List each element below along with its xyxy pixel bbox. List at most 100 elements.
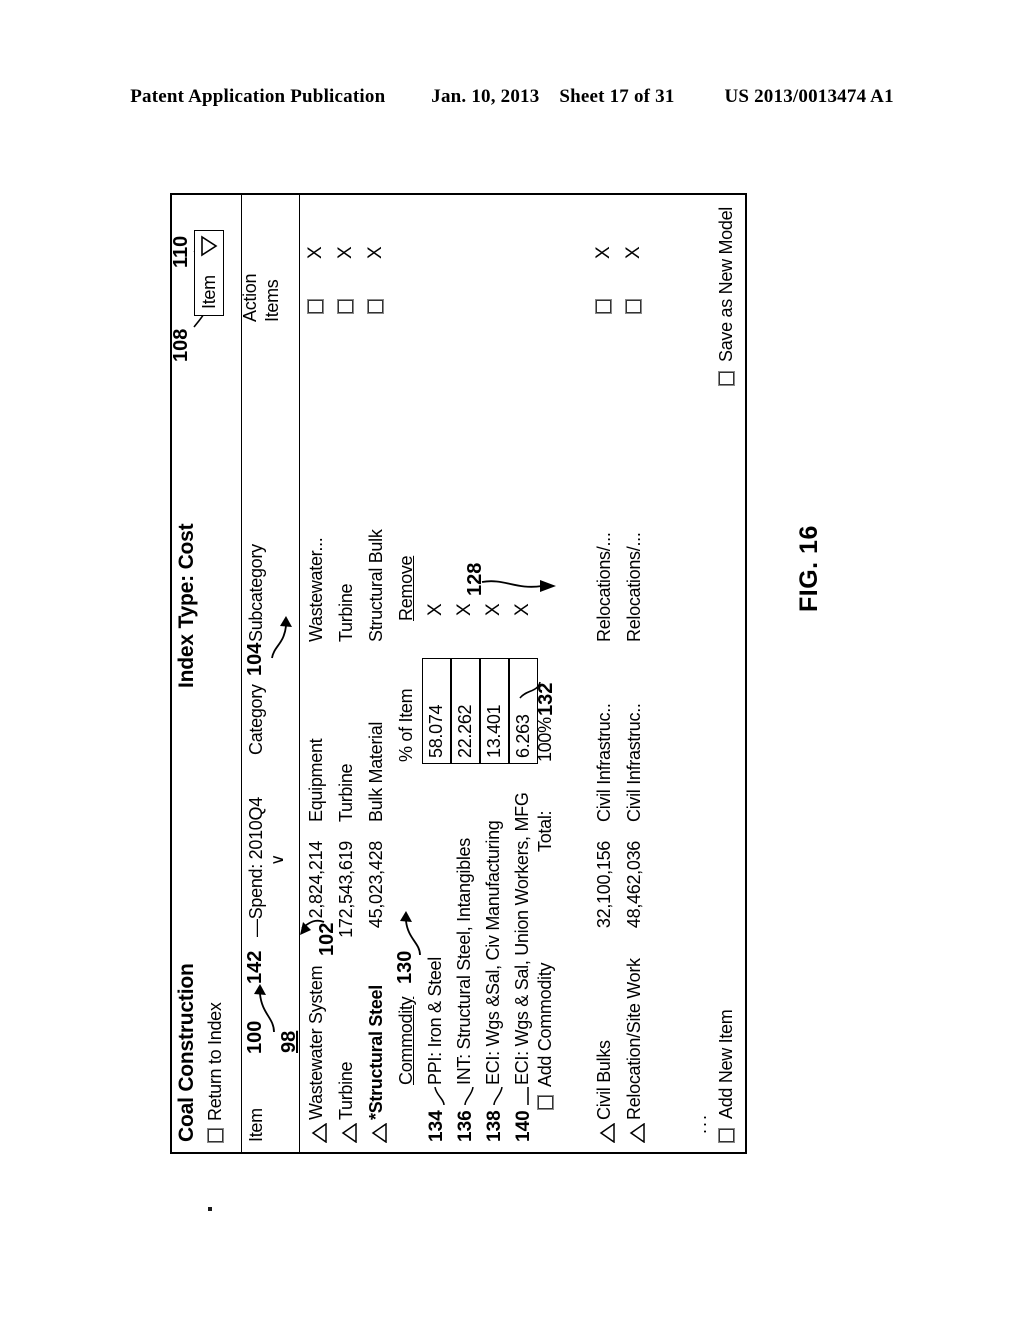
- publication-title: Patent Application Publication: [130, 86, 386, 107]
- commodity-subpanel: Commodity % of Item Remove 130 128 134 P…: [394, 195, 592, 1152]
- commodity-row[interactable]: 136 INT: Structural Steel, Intangibles 2…: [451, 195, 481, 1152]
- reference-numeral-136: 136: [455, 1110, 476, 1142]
- save-as-new-model-row[interactable]: Save as New Model: [716, 207, 737, 386]
- row-subcategory: Wastewater...: [306, 537, 326, 642]
- column-header-spend[interactable]: —Spend: 2010Q4: [246, 797, 267, 937]
- row-spend-value: 172,543,619: [336, 841, 356, 938]
- save-as-new-model-checkbox[interactable]: [718, 370, 735, 386]
- commodity-name: INT: Structural Steel, Intangibles: [454, 838, 474, 1085]
- page-artifact-dot: [208, 1207, 212, 1211]
- commodity-pct-input[interactable]: 13.401: [480, 658, 509, 764]
- row-action-checkbox[interactable]: [307, 299, 324, 314]
- row-category: Bulk Material: [366, 721, 386, 822]
- commodity-remove-x[interactable]: X: [483, 603, 505, 616]
- expand-triangle-icon[interactable]: [629, 1123, 645, 1143]
- sort-descending-icon[interactable]: ∨: [268, 854, 288, 866]
- row-item-name[interactable]: Civil Bulks: [594, 1040, 615, 1120]
- chevron-down-icon[interactable]: [199, 235, 218, 257]
- row-item-name[interactable]: Wastewater System: [306, 966, 327, 1120]
- row-remove-x[interactable]: X: [305, 247, 327, 259]
- add-new-item-row[interactable]: Add New Item: [716, 1010, 737, 1143]
- table-row[interactable]: Civil Bulks 32,100,156 Civil Infrastruc.…: [592, 195, 622, 1152]
- column-header-item[interactable]: Item: [246, 1108, 267, 1142]
- total-value: 100%: [535, 717, 555, 762]
- row-remove-x[interactable]: X: [365, 247, 387, 259]
- expand-triangle-icon[interactable]: [311, 1123, 327, 1143]
- pct-of-item-column-header: % of Item: [396, 688, 416, 762]
- reference-numeral-140: 140: [513, 1110, 534, 1142]
- row-category: Equipment: [306, 738, 326, 822]
- commodity-row[interactable]: 134 PPI: Iron & Steel 58.074 X: [422, 195, 452, 1152]
- row-spend-value: 32,100,156: [594, 841, 614, 929]
- add-commodity-row[interactable]: Add Commodity: [535, 963, 556, 1110]
- column-header-action: Action: [240, 273, 260, 322]
- add-new-item-label: Add New Item: [716, 1009, 736, 1119]
- expand-triangle-icon[interactable]: [599, 1123, 615, 1143]
- table-row[interactable]: Relocation/Site Work 48,462,036 Civil In…: [622, 195, 652, 1152]
- row-category: Turbine: [336, 763, 356, 822]
- save-as-new-model-label: Save as New Model: [716, 207, 736, 362]
- row-remove-x[interactable]: X: [593, 247, 615, 259]
- leader-arrow-102: [300, 919, 325, 935]
- column-header-category[interactable]: Category: [246, 684, 267, 755]
- commodity-row[interactable]: 138 ECI: Wgs &Sal, Civ Manufacturing 13.…: [480, 195, 510, 1152]
- application-window: Coal Construction Index Type: Cost Retur…: [170, 193, 747, 1154]
- figure-label: FIG. 16: [795, 525, 823, 612]
- header-gap-3: [680, 86, 720, 108]
- row-subcategory: Relocations/...: [624, 532, 644, 642]
- column-header-action-items: Items: [262, 279, 282, 322]
- leader-line-132: [519, 681, 541, 699]
- item-type-select[interactable]: Item: [194, 230, 224, 316]
- return-to-index-checkbox[interactable]: [207, 1128, 224, 1143]
- leader-line-138: [493, 1087, 503, 1105]
- table-row[interactable]: Wastewater System 2,824,214 Equipment Wa…: [304, 195, 334, 1152]
- row-category: Civil Infrastruc..: [594, 703, 614, 822]
- commodity-pct-input[interactable]: 22.262: [451, 658, 480, 764]
- return-to-index-row[interactable]: Return to Index: [205, 1002, 226, 1143]
- reference-numeral-134: 134: [426, 1110, 447, 1142]
- leader-arrow-100: [254, 984, 275, 1033]
- add-new-item-checkbox[interactable]: [718, 1128, 735, 1143]
- leader-arrow-104: [271, 616, 292, 659]
- commodity-remove-x[interactable]: X: [425, 603, 447, 616]
- return-to-index-label: Return to Index: [205, 1002, 225, 1121]
- page-title: Coal Construction: [175, 963, 198, 1142]
- commodity-pct-input[interactable]: 58.074: [422, 658, 451, 764]
- header-gap-1: [390, 86, 426, 108]
- commodity-name: ECI: Wgs &Sal, Civ Manufacturing: [483, 820, 503, 1086]
- row-action-checkbox[interactable]: [367, 299, 384, 314]
- index-type-label: Index Type: Cost: [175, 523, 198, 688]
- row-subcategory: Relocations/...: [594, 532, 614, 642]
- table-row[interactable]: Turbine 172,543,619 Turbine Turbine X: [334, 195, 364, 1152]
- publication-date: Jan. 10, 2013: [431, 86, 540, 107]
- row-action-checkbox[interactable]: [337, 299, 354, 314]
- row-subcategory: Structural Bulk: [366, 529, 386, 642]
- leader-line-134: [434, 1087, 445, 1105]
- row-spend-value: 48,462,036: [624, 841, 644, 929]
- reference-numeral-138: 138: [484, 1110, 505, 1142]
- row-remove-x[interactable]: X: [335, 247, 357, 259]
- commodity-name: PPI: Iron & Steel: [425, 957, 445, 1085]
- commodity-remove-x[interactable]: X: [512, 603, 534, 616]
- row-item-name[interactable]: *Structural Steel: [366, 985, 387, 1120]
- row-action-checkbox[interactable]: [625, 299, 642, 314]
- table-column-headers: Item 142 —Spend: 2010Q4 ∨ Category 104 S…: [240, 195, 300, 1152]
- row-subcategory: Turbine: [336, 583, 356, 642]
- items-table-top: Wastewater System 2,824,214 Equipment Wa…: [278, 195, 652, 1152]
- reference-numeral-98: 98: [278, 1030, 300, 1053]
- commodity-name: ECI: Wgs & Sal, Union Workers, MFG: [512, 792, 532, 1085]
- commodity-remove-x[interactable]: X: [454, 603, 476, 616]
- table-row[interactable]: *Structural Steel 45,023,428 Bulk Materi…: [364, 195, 394, 1152]
- row-item-name[interactable]: Turbine: [336, 1062, 357, 1120]
- remove-column-header[interactable]: Remove: [396, 556, 417, 621]
- add-commodity-label: Add Commodity: [535, 962, 555, 1087]
- add-commodity-checkbox[interactable]: [537, 1095, 554, 1110]
- publication-sheet: Sheet 17 of 31: [559, 86, 675, 107]
- row-remove-x[interactable]: X: [623, 247, 645, 259]
- total-label: Total:: [535, 810, 555, 852]
- window-titlebar: Coal Construction Index Type: Cost Retur…: [170, 195, 242, 1152]
- item-type-select-value: Item: [198, 275, 219, 309]
- expand-triangle-icon[interactable]: [341, 1123, 357, 1143]
- expand-triangle-icon[interactable]: [371, 1123, 387, 1143]
- row-action-checkbox[interactable]: [595, 299, 612, 314]
